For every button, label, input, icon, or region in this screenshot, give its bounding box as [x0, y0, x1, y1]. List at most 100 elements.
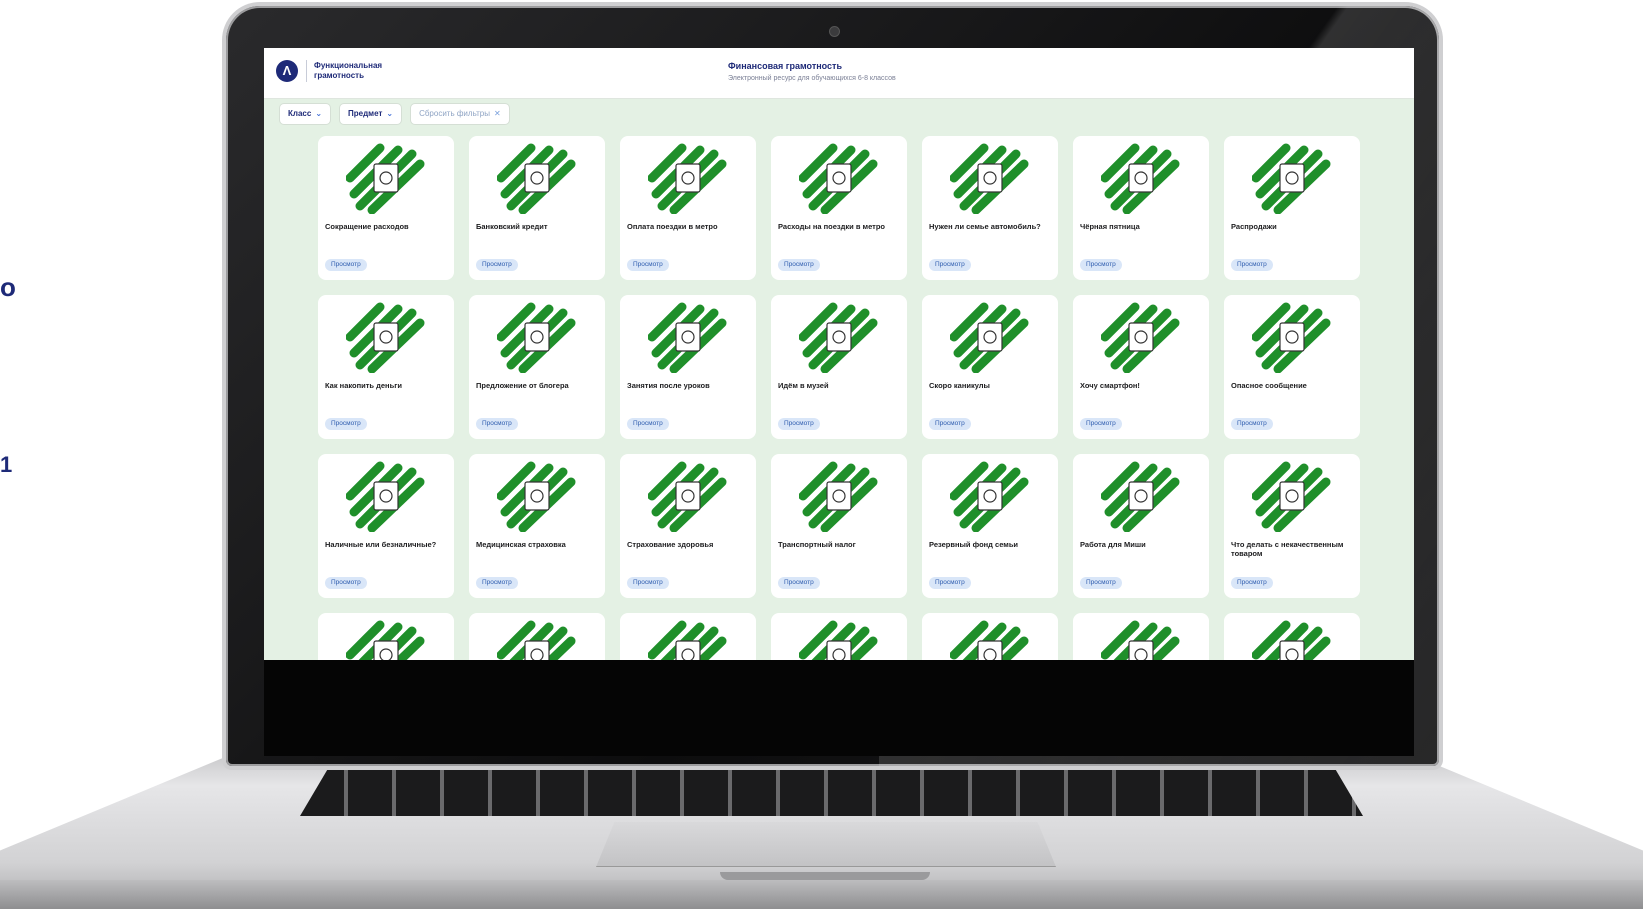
view-button[interactable]: Просмотр — [325, 259, 367, 271]
scenario-card[interactable]: Работа для Миши Просмотр — [1073, 454, 1209, 598]
view-button[interactable]: Просмотр — [1080, 418, 1122, 430]
scenario-card[interactable]: Идём в музей Просмотр — [771, 295, 907, 439]
scenario-card[interactable]: Наличные или безналичные? Просмотр — [318, 454, 454, 598]
scenario-card-title: Транспортный налог — [778, 540, 856, 549]
filter-bar: Класс ⌄ Предмет ⌄ Сбросить фильтры ✕ — [280, 104, 509, 124]
laptop-trackpad — [596, 822, 1056, 867]
view-button[interactable]: Просмотр — [1231, 259, 1273, 271]
scenario-card[interactable]: Скоро каникулы Просмотр — [922, 295, 1058, 439]
scenario-illustration-icon — [1252, 302, 1331, 373]
scenario-card-title: Сокращение расходов — [325, 222, 409, 231]
view-button[interactable]: Просмотр — [325, 577, 367, 589]
laptop-screen: Λ Функциональная грамотность Финансовая … — [264, 48, 1414, 660]
subject-filter-label: Предмет — [348, 109, 383, 118]
view-button[interactable]: Просмотр — [627, 259, 669, 271]
scenario-card[interactable]: Расходы на поездки в метро Просмотр — [771, 136, 907, 280]
scenario-card-title: Чёрная пятница — [1080, 222, 1140, 231]
scenario-illustration-icon — [648, 143, 727, 214]
scenario-card-grid: Сокращение расходов Просмотр Банковский кр… — [318, 136, 1360, 660]
class-filter-label: Класс — [288, 109, 312, 118]
chevron-down-icon: ⌄ — [315, 109, 323, 118]
scenario-illustration-icon — [950, 620, 1029, 660]
scenario-card[interactable]: Просмотр — [1224, 613, 1360, 660]
app-header: Λ Функциональная грамотность Финансовая … — [264, 48, 1414, 99]
scenario-illustration-icon — [1252, 143, 1331, 214]
class-filter-dropdown[interactable]: Класс ⌄ — [280, 104, 331, 124]
scenario-card[interactable]: Хочу смартфон! Просмотр — [1073, 295, 1209, 439]
view-button[interactable]: Просмотр — [929, 418, 971, 430]
scenario-illustration-icon — [799, 620, 878, 660]
scenario-card[interactable]: Опасное сообщение Просмотр — [1224, 295, 1360, 439]
scenario-card[interactable]: Занятия после уроков Просмотр — [620, 295, 756, 439]
scenario-card-title: Распродажи — [1231, 222, 1277, 231]
view-button[interactable]: Просмотр — [929, 259, 971, 271]
scenario-illustration-icon — [346, 461, 425, 532]
scenario-card[interactable]: Резервный фонд семьи Просмотр — [922, 454, 1058, 598]
scenario-illustration-icon — [497, 461, 576, 532]
scenario-illustration-icon — [1101, 461, 1180, 532]
view-button[interactable]: Просмотр — [1080, 577, 1122, 589]
chevron-down-icon: ⌄ — [386, 109, 394, 118]
scenario-card[interactable]: Просмотр — [771, 613, 907, 660]
scenario-card[interactable]: Просмотр — [1073, 613, 1209, 660]
scenario-card[interactable]: Просмотр — [620, 613, 756, 660]
scenario-illustration-icon — [497, 143, 576, 214]
scenario-card-title: Расходы на поездки в метро — [778, 222, 886, 231]
view-button[interactable]: Просмотр — [778, 418, 820, 430]
view-button[interactable]: Просмотр — [627, 418, 669, 430]
scenario-card[interactable]: Просмотр — [922, 613, 1058, 660]
scenario-card[interactable]: Распродажи Просмотр — [1224, 136, 1360, 280]
view-button[interactable]: Просмотр — [929, 577, 971, 589]
scenario-illustration-icon — [346, 143, 425, 214]
scenario-card[interactable]: Что делать с некачественным товаром Просм… — [1224, 454, 1360, 598]
scenario-card-title: Нужен ли семье автомобиль? — [929, 222, 1041, 231]
screen-bezel-bottom — [264, 660, 1414, 756]
logo-divider — [306, 60, 307, 82]
scenario-card[interactable]: Страхование здоровья Просмотр — [620, 454, 756, 598]
view-button[interactable]: Просмотр — [1080, 259, 1122, 271]
subject-filter-dropdown[interactable]: Предмет ⌄ — [340, 104, 402, 124]
scenario-card[interactable]: Как накопить деньги Просмотр — [318, 295, 454, 439]
scenario-card[interactable]: Чёрная пятница Просмотр — [1073, 136, 1209, 280]
scenario-card-title: Резервный фонд семьи — [929, 540, 1019, 549]
view-button[interactable]: Просмотр — [476, 259, 518, 271]
scenario-illustration-icon — [346, 302, 425, 373]
scenario-card[interactable]: Транспортный налог Просмотр — [771, 454, 907, 598]
scenario-illustration-icon — [950, 143, 1029, 214]
view-button[interactable]: Просмотр — [1231, 418, 1273, 430]
scenario-card-title: Оплата поездки в метро — [627, 222, 718, 231]
scenario-card-title: Страхование здоровья — [627, 540, 714, 549]
reset-filters-button[interactable]: Сбросить фильтры ✕ — [411, 104, 509, 124]
laptop-base-front — [0, 880, 1643, 909]
scenario-card[interactable]: Медицинская страховка Просмотр — [469, 454, 605, 598]
view-button[interactable]: Просмотр — [476, 418, 518, 430]
view-button[interactable]: Просмотр — [778, 577, 820, 589]
view-button[interactable]: Просмотр — [476, 577, 518, 589]
view-button[interactable]: Просмотр — [1231, 577, 1273, 589]
scenario-illustration-icon — [1101, 302, 1180, 373]
scenario-illustration-icon — [1252, 461, 1331, 532]
scenario-card[interactable]: Просмотр — [469, 613, 605, 660]
scenario-illustration-icon — [950, 461, 1029, 532]
scenario-illustration-icon — [648, 620, 727, 660]
scenario-card[interactable]: Банковский кредит Просмотр — [469, 136, 605, 280]
brand-name[interactable]: Функциональная грамотность — [314, 61, 424, 81]
scenario-illustration-icon — [1101, 143, 1180, 214]
view-button[interactable]: Просмотр — [325, 418, 367, 430]
scenario-card[interactable]: Нужен ли семье автомобиль? Просмотр — [922, 136, 1058, 280]
course-subtitle: Электронный ресурс для обучающихся 6-8 к… — [728, 75, 896, 82]
scenario-card[interactable]: Оплата поездки в метро Просмотр — [620, 136, 756, 280]
scenario-illustration-icon — [648, 461, 727, 532]
scenario-card[interactable]: Предложение от блогера Просмотр — [469, 295, 605, 439]
scenario-card[interactable]: Сокращение расходов Просмотр — [318, 136, 454, 280]
view-button[interactable]: Просмотр — [627, 577, 669, 589]
scenario-illustration-icon — [799, 461, 878, 532]
scenario-card[interactable]: Просмотр — [318, 613, 454, 660]
close-icon: ✕ — [493, 109, 501, 118]
view-button[interactable]: Просмотр — [778, 259, 820, 271]
logo-icon[interactable]: Λ — [276, 60, 298, 82]
course-title: Финансовая грамотность — [728, 61, 842, 71]
scenario-illustration-icon — [648, 302, 727, 373]
scenario-card-title: Как накопить деньги — [325, 381, 402, 390]
scenario-illustration-icon — [346, 620, 425, 660]
